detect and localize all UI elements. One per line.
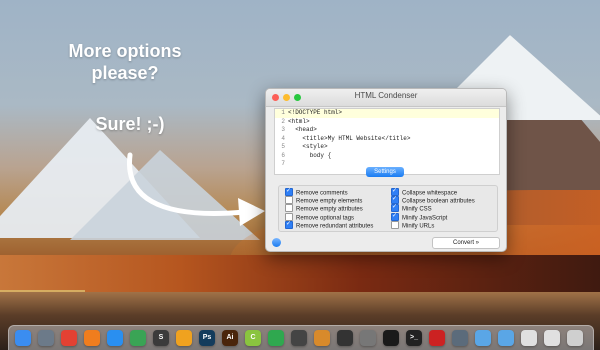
line-number: 6 (281, 151, 285, 159)
option-checkbox[interactable]: Remove comments (285, 187, 348, 197)
option-label: Remove comments (296, 190, 348, 197)
checked-icon[interactable] (285, 187, 293, 196)
checked-icon[interactable] (391, 212, 399, 221)
system-preferences-icon[interactable] (360, 330, 376, 346)
option-checkbox[interactable]: Remove optional tags (285, 212, 355, 222)
checked-icon[interactable] (285, 220, 293, 229)
option-label: Collapse whitespace (402, 190, 458, 197)
app3-icon[interactable] (383, 330, 399, 346)
line-number: 1 (281, 109, 285, 116)
convert-button[interactable]: Convert » (432, 237, 500, 249)
code-text: <!DOCTYPE html> (288, 109, 343, 116)
html-condenser-window: HTML Condenser 1 <!DOCTYPE html> 2 <html> 3 … (265, 88, 507, 252)
sublime-icon[interactable]: S (153, 330, 169, 346)
caption-answer: Sure! ;-) (95, 114, 165, 134)
option-checkbox[interactable]: Collapse whitespace (391, 187, 458, 197)
folder2-icon[interactable] (498, 330, 514, 346)
window-title: HTML Condenser (354, 91, 418, 100)
line-number: 3 (281, 126, 285, 133)
document2-icon[interactable] (544, 330, 560, 346)
maps-icon[interactable] (130, 330, 146, 346)
help-button[interactable] (272, 238, 281, 247)
option-checkbox[interactable]: Remove redundant attributes (285, 220, 374, 230)
app4-icon[interactable] (452, 330, 468, 346)
code-line: 2 <html> (275, 118, 499, 127)
settings-button[interactable]: Settings (366, 167, 404, 177)
line-number: 2 (281, 117, 285, 125)
folder-icon[interactable] (475, 330, 491, 346)
dock: S Ps Ai C >_ (8, 325, 594, 350)
option-label: Remove redundant attributes (296, 223, 374, 230)
option-label: Remove optional tags (296, 215, 355, 222)
desktop-wallpaper: More options please? Sure! ;-) HTML Cond… (0, 0, 600, 350)
option-checkbox[interactable]: Minify JavaScript (391, 212, 448, 222)
chrome-icon[interactable] (61, 330, 77, 346)
option-checkbox[interactable]: Collapse boolean attributes (391, 195, 475, 205)
window-titlebar[interactable]: HTML Condenser (266, 89, 506, 107)
code-editor[interactable]: 1 <!DOCTYPE html> 2 <html> 3 <head> 4 <title>… (274, 108, 500, 175)
option-checkbox[interactable]: Minify URLs (391, 220, 435, 230)
code-line: 1 <!DOCTYPE html> (275, 109, 499, 118)
caption-line-1: More options (68, 41, 182, 61)
ruler-icon[interactable] (429, 330, 445, 346)
code-text: <head> (288, 126, 317, 133)
option-label: Minify CSS (402, 206, 432, 213)
code-text: <style> (288, 143, 328, 150)
finder-icon[interactable] (15, 330, 31, 346)
coda-icon[interactable] (176, 330, 192, 346)
photoshop-icon[interactable]: Ps (199, 330, 215, 346)
cashculator-icon[interactable]: C (245, 330, 261, 346)
unchecked-icon[interactable] (391, 220, 399, 229)
code-line: 5 <style> (275, 143, 499, 152)
unchecked-icon[interactable] (285, 196, 293, 205)
code-text: <title>My HTML Website</title> (288, 134, 411, 142)
code-text: body { (288, 151, 332, 159)
app2-icon[interactable] (314, 330, 330, 346)
option-label: Minify URLs (402, 223, 435, 230)
curved-arrow-icon (126, 152, 265, 226)
option-checkbox[interactable]: Remove empty attributes (285, 204, 363, 213)
trash-icon[interactable] (567, 330, 583, 346)
firefox-icon[interactable] (84, 330, 100, 346)
code-text: <html> (288, 117, 310, 125)
option-label: Minify JavaScript (402, 215, 448, 222)
unchecked-icon[interactable] (285, 204, 293, 213)
app-icon[interactable] (291, 330, 307, 346)
caption-line-2: please? (91, 63, 159, 83)
option-label: Remove empty attributes (296, 206, 363, 213)
option-checkbox[interactable]: Remove empty elements (285, 196, 363, 205)
code-line: 4 <title>My HTML Website</title> (275, 135, 499, 144)
compass-icon[interactable] (337, 330, 353, 346)
illustrator-icon[interactable]: Ai (222, 330, 238, 346)
line-number: 4 (281, 134, 285, 142)
line-number: 5 (281, 143, 285, 150)
document-icon[interactable] (521, 330, 537, 346)
numbers-icon[interactable] (268, 330, 284, 346)
safari-icon[interactable] (107, 330, 123, 346)
line-number: 7 (281, 160, 285, 167)
caption-question: More options please? (40, 40, 210, 84)
wallpaper-foreground (0, 255, 600, 295)
launchpad-icon[interactable] (38, 330, 54, 346)
code-line: 6 body { (275, 152, 499, 161)
code-line: 3 <head> (275, 126, 499, 135)
settings-options-panel: Remove commentsRemove empty elementsRemo… (278, 185, 498, 232)
option-label: Remove empty elements (296, 198, 363, 205)
terminal-icon[interactable]: >_ (406, 330, 422, 346)
option-label: Collapse boolean attributes (402, 198, 475, 205)
